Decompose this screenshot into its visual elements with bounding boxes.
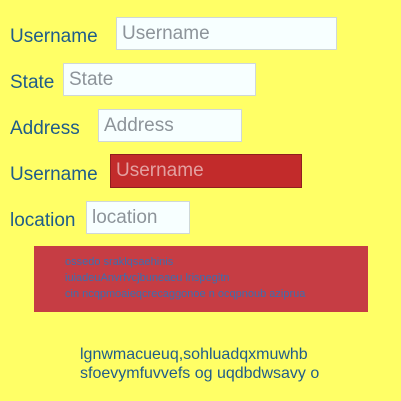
username-input-error[interactable] bbox=[110, 154, 302, 188]
state-label: State bbox=[10, 72, 55, 93]
username-label-2: Username bbox=[10, 164, 98, 185]
error-message-line: iuiadeuAnvrfvcjbuneaeu lrispegitn bbox=[65, 272, 230, 284]
location-input[interactable] bbox=[86, 201, 190, 234]
body-text-line: sfoevymfuvvefs og uqdbdwsavy o bbox=[80, 365, 320, 382]
error-message-line: ossedo sraklqsaehinis bbox=[65, 256, 174, 268]
address-input[interactable] bbox=[98, 109, 242, 142]
error-message-box: ossedo sraklqsaehinis iuiadeuAnvrfvcjbun… bbox=[34, 246, 368, 312]
body-paragraph: lgnwmacueuq,sohluadqxmuwhb sfoevymfuvvef… bbox=[80, 345, 319, 383]
body-text-line: lgnwmacueuq,sohluadqxmuwhb bbox=[80, 346, 308, 363]
address-label: Address bbox=[10, 118, 80, 139]
error-message-line: cin ncqpmoaieqcrecaggonoe n ocqpnoub azi… bbox=[65, 288, 306, 300]
location-label: location bbox=[10, 210, 76, 231]
username-label: Username bbox=[10, 26, 98, 47]
state-input[interactable] bbox=[63, 63, 256, 96]
username-input[interactable] bbox=[116, 17, 337, 50]
